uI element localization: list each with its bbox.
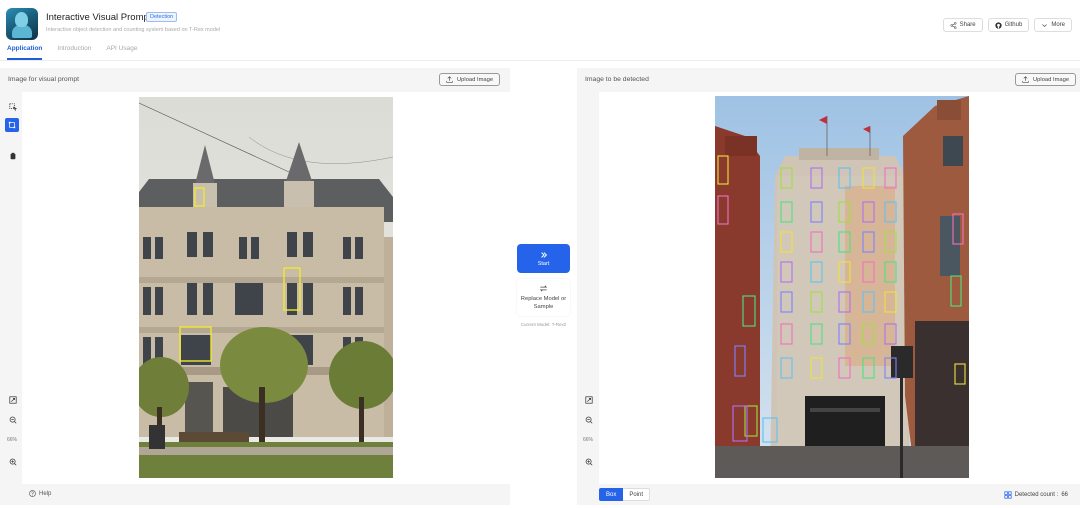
more-button[interactable]: More	[1034, 18, 1072, 32]
detection-badge: Detection	[146, 12, 178, 22]
tab-introduction[interactable]: Introduction	[57, 45, 91, 60]
more-label: More	[1051, 22, 1065, 28]
double-chevron-right-icon	[540, 251, 547, 258]
clear-tool-icon	[10, 152, 15, 159]
building-photo	[139, 97, 393, 478]
upload-target-image-button[interactable]: Upload Image	[1015, 73, 1077, 86]
detected-count-value: 66	[1061, 492, 1068, 498]
zoom-out-button[interactable]	[7, 414, 18, 425]
chevron-down-icon	[1042, 23, 1048, 27]
app-logo	[6, 8, 38, 40]
box-tool[interactable]	[5, 118, 19, 132]
zoom-in-button-right[interactable]	[583, 456, 594, 467]
point-mode-button[interactable]: Point	[623, 488, 651, 501]
app-title: Interactive Visual Prompt	[46, 12, 152, 23]
prompt-image[interactable]	[139, 97, 393, 478]
header-divider	[0, 60, 1080, 61]
upload-icon	[1022, 76, 1029, 83]
upload-icon	[446, 76, 453, 83]
grid-icon	[1004, 491, 1012, 499]
upload-target-label: Upload Image	[1033, 76, 1070, 83]
prompt-mode-toggle: Box Point	[599, 488, 651, 501]
detection-title: Image to be detected	[585, 76, 649, 83]
box-mode-button[interactable]: Box	[599, 488, 624, 501]
target-building-photo	[715, 96, 969, 478]
zoom-out-icon	[9, 416, 16, 423]
share-button[interactable]: Share	[942, 18, 983, 32]
visual-prompt-title: Image for visual prompt	[8, 76, 80, 83]
fit-screen-button-right[interactable]	[583, 394, 594, 405]
github-button[interactable]: Github	[987, 18, 1030, 32]
visual-prompt-panel: Image for visual prompt Upload Image 66%	[0, 68, 510, 505]
zoom-out-button-right[interactable]	[583, 414, 594, 425]
target-image[interactable]	[715, 96, 969, 478]
swap-icon	[539, 285, 548, 292]
fit-screen-icon	[584, 395, 593, 404]
header-actions: Share Github More	[942, 18, 1072, 32]
app-header: Interactive Visual Prompt Detection Inte…	[0, 0, 1080, 60]
box-tool-icon	[8, 121, 16, 129]
tab-application[interactable]: Application	[7, 45, 43, 60]
github-label: Github	[1004, 22, 1023, 28]
help-icon	[29, 490, 36, 497]
zoom-in-icon	[585, 458, 592, 465]
upload-prompt-image-button[interactable]: Upload Image	[439, 73, 501, 86]
app-subtitle: Interactive object detection and countin…	[46, 27, 221, 33]
help-label: Help	[39, 490, 52, 497]
zoom-in-button[interactable]	[7, 456, 18, 467]
help-link[interactable]: Help	[29, 490, 51, 497]
zoom-out-icon	[585, 416, 592, 423]
clear-tool[interactable]	[7, 150, 18, 161]
share-label: Share	[959, 22, 976, 28]
current-model-text: Current Model: T-Rex2	[520, 322, 567, 327]
replace-model-label: Replace Model or Sample	[520, 295, 567, 310]
replace-model-button[interactable]: Replace Model or Sample	[517, 279, 570, 316]
select-tool-icon	[8, 102, 17, 111]
upload-prompt-label: Upload Image	[457, 76, 494, 83]
detection-panel: Image to be detected Upload Image 66% Bo…	[577, 68, 1080, 505]
start-label: Start	[537, 260, 550, 267]
left-zoom-level: 66%	[7, 437, 18, 443]
detected-count-label: Detected count :	[1014, 492, 1059, 498]
main-tabs: Application Introduction API Usage	[7, 45, 137, 60]
right-zoom-level: 66%	[583, 437, 594, 443]
start-button[interactable]: Start	[517, 244, 570, 273]
share-icon	[950, 21, 957, 29]
select-tool[interactable]	[7, 101, 18, 112]
fit-screen-icon	[8, 395, 17, 404]
github-icon	[994, 21, 1002, 29]
tab-api-usage[interactable]: API Usage	[106, 45, 137, 60]
zoom-in-icon	[9, 458, 16, 465]
detected-count: Detected count : 66	[1004, 491, 1068, 499]
fit-screen-button[interactable]	[7, 394, 18, 405]
